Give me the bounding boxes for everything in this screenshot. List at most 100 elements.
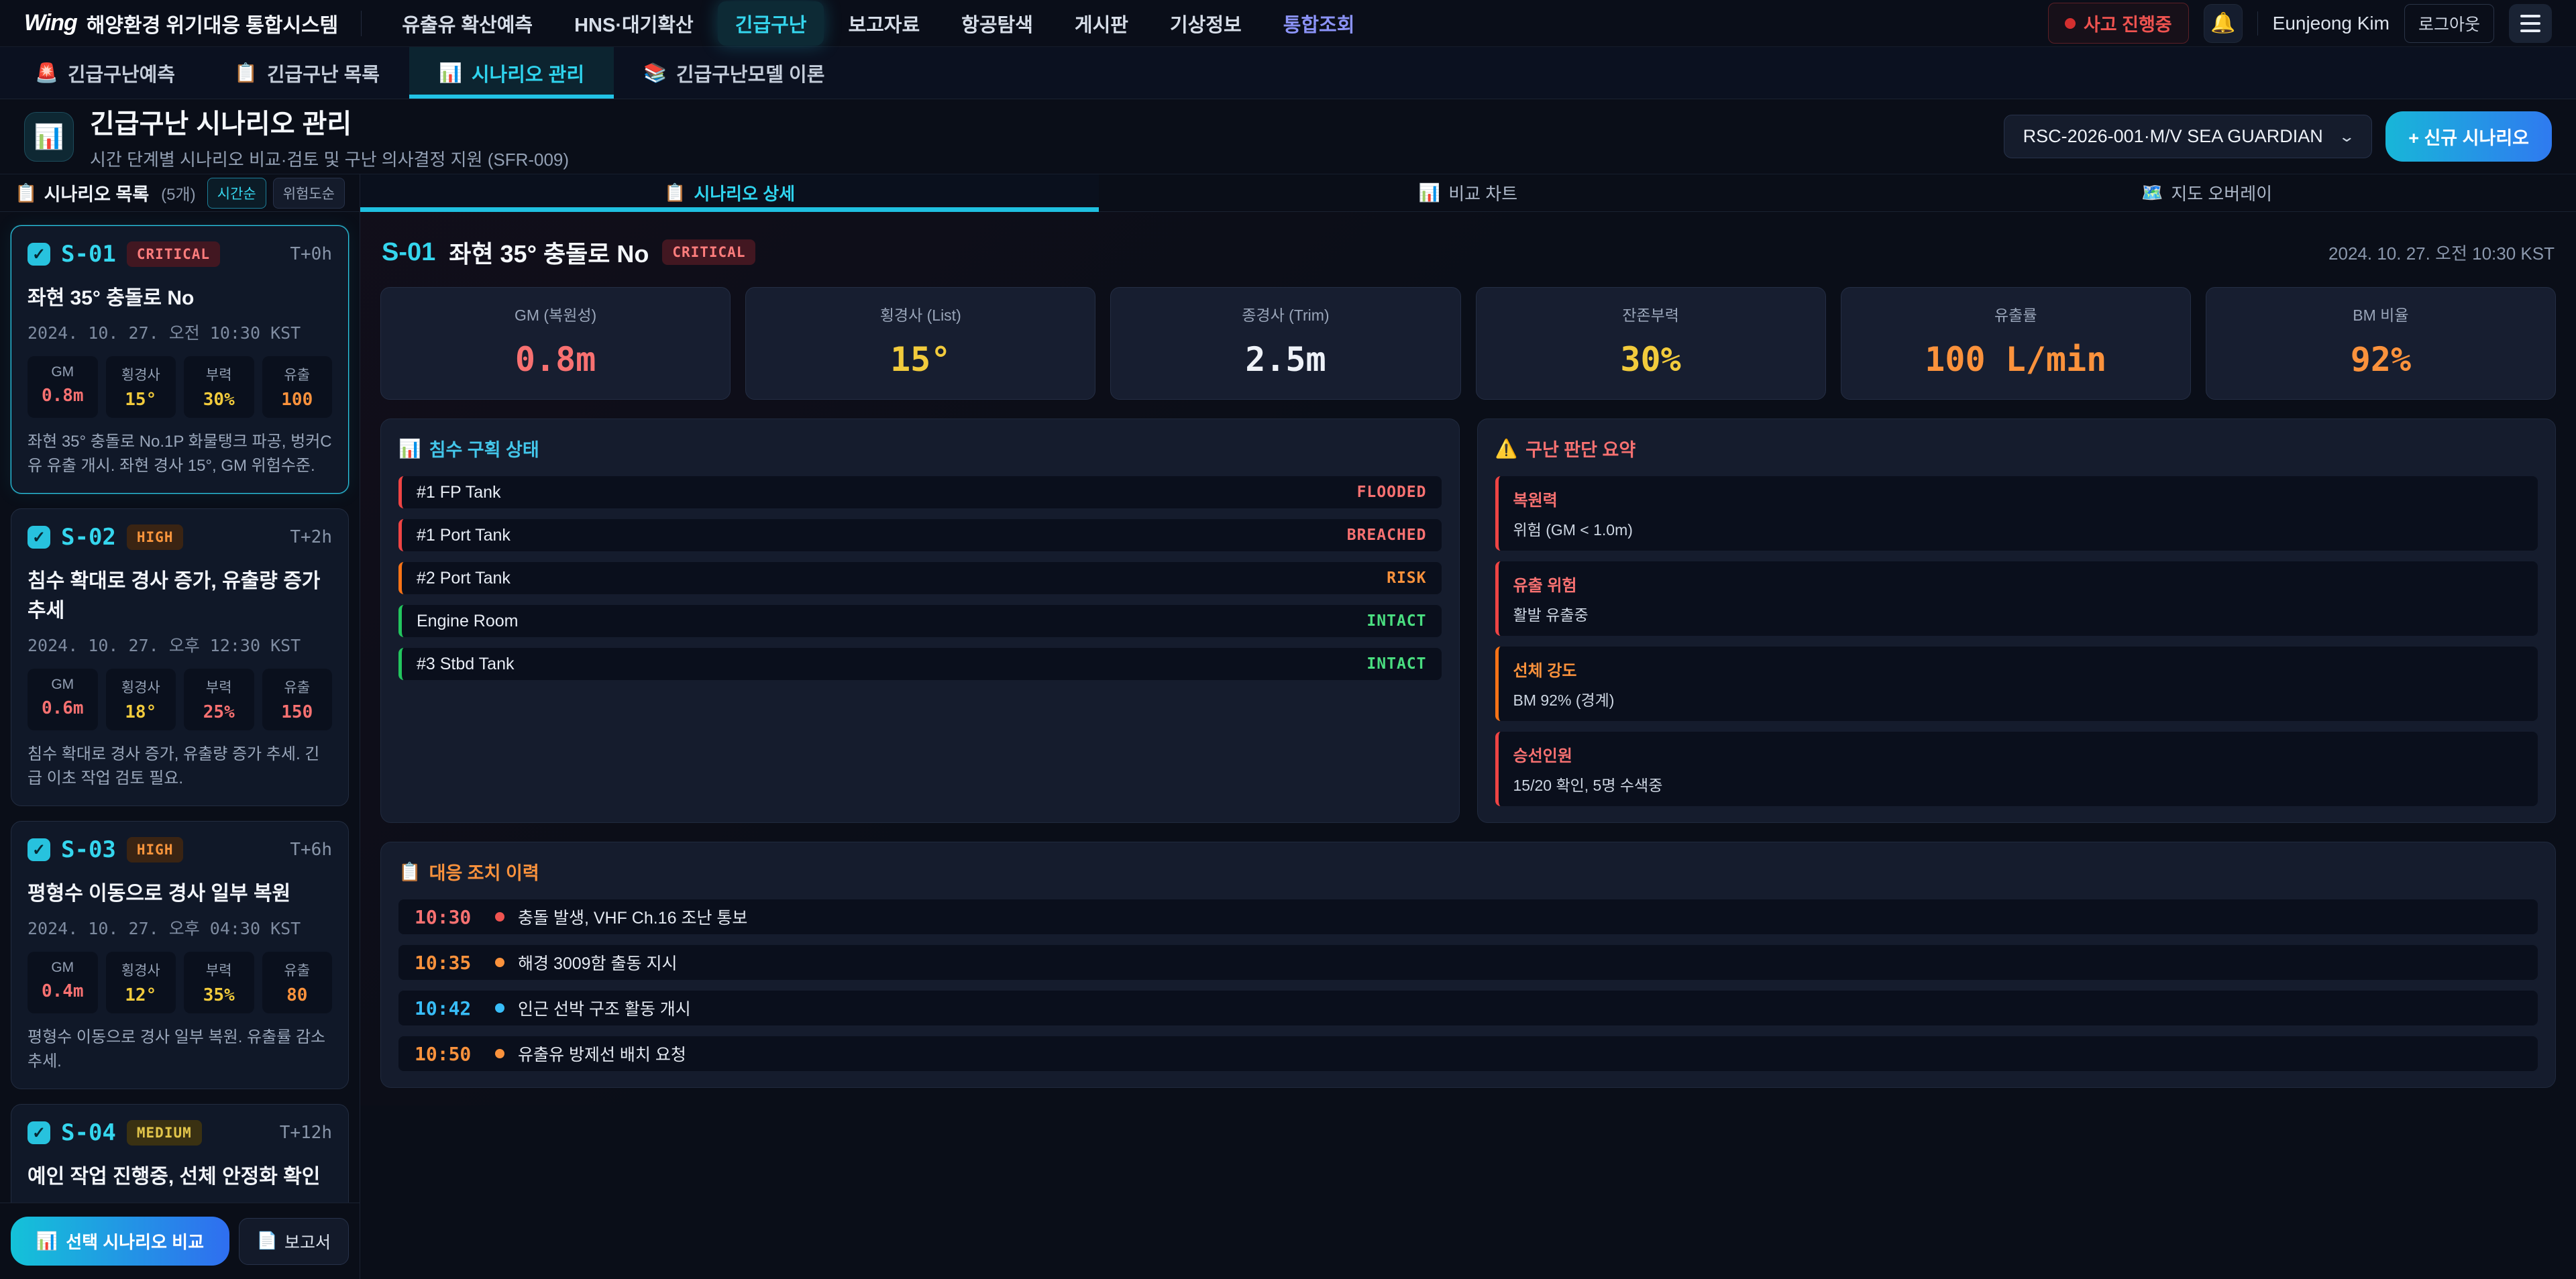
user-divider bbox=[2257, 11, 2258, 36]
module-tab[interactable]: 📊시나리오 관리 bbox=[409, 47, 614, 99]
tank-row: #2 Port Tank RISK bbox=[398, 562, 1442, 594]
assessment-row: 유출 위험 활발 유출중 bbox=[1495, 561, 2538, 636]
timeline-time: 10:35 bbox=[415, 952, 482, 974]
tab-icon: 📚 bbox=[643, 62, 667, 84]
tank-row: #1 Port Tank BREACHED bbox=[398, 519, 1442, 551]
timeline-dot-icon bbox=[495, 1049, 504, 1058]
logout-button[interactable]: 로그아웃 bbox=[2404, 4, 2494, 43]
tank-status: INTACT bbox=[1366, 612, 1426, 630]
document-icon: 📄 bbox=[257, 1231, 278, 1251]
incident-dot-icon bbox=[2065, 18, 2076, 29]
module-tab[interactable]: 📚긴급구난모델 이론 bbox=[614, 47, 854, 99]
scenario-card[interactable]: ✓ S-03 HIGH T+6h 평형수 이동으로 경사 일부 복원 2024.… bbox=[11, 821, 349, 1089]
nav-item[interactable]: 게시판 bbox=[1057, 1, 1146, 46]
nav-item[interactable]: 긴급구난 bbox=[718, 1, 824, 46]
detail-tab-bar: 📋시나리오 상세📊비교 차트🗺️지도 오버레이 bbox=[360, 174, 2576, 212]
assessment-row: 복원력 위험 (GM < 1.0m) bbox=[1495, 476, 2538, 551]
assessment-label: 승선인원 bbox=[1513, 742, 2524, 766]
nav-item[interactable]: 유출유 확산예측 bbox=[384, 1, 550, 46]
scenario-id: S-04 bbox=[61, 1119, 116, 1146]
clipboard-icon: 📋 bbox=[398, 861, 421, 883]
case-selector-dropdown[interactable]: RSC-2026-001·M/V SEA GUARDIAN ⌄ bbox=[2004, 115, 2373, 158]
metric-value: 12° bbox=[110, 985, 172, 1005]
metric-value: 0.8m bbox=[32, 386, 94, 406]
hamburger-icon bbox=[2520, 15, 2540, 17]
severity-badge: HIGH bbox=[127, 837, 184, 863]
assessment-row: 승선인원 15/20 확인, 5명 수색중 bbox=[1495, 732, 2538, 806]
menu-button[interactable] bbox=[2509, 4, 2552, 43]
detail-metric-card: 유출률 100 L/min bbox=[1841, 287, 2191, 400]
metric-label: GM bbox=[32, 960, 94, 976]
top-navigation: Wing 해양환경 위기대응 통합시스템 유출유 확산예측HNS·대기확산긴급구… bbox=[0, 0, 2576, 47]
notifications-button[interactable]: 🔔 bbox=[2204, 4, 2243, 43]
timeline-dot-icon bbox=[495, 912, 504, 922]
timeline-row: 10:30 충돌 발생, VHF Ch.16 조난 통보 bbox=[398, 899, 2538, 934]
assessment-label: 선체 강도 bbox=[1513, 657, 2524, 681]
metric-label: 잔존부력 bbox=[1483, 302, 1819, 325]
nav-item[interactable]: 항공탐색 bbox=[944, 1, 1051, 46]
scenario-card[interactable]: ✓ S-02 HIGH T+2h 침수 확대로 경사 증가, 유출량 증가 추세… bbox=[11, 508, 349, 806]
nav-item[interactable]: 기상정보 bbox=[1152, 1, 1259, 46]
tank-status-panel: 📊 침수 구획 상태 #1 FP Tank FLOODED #1 Port Ta… bbox=[380, 419, 1460, 823]
detail-metrics: GM (복원성) 0.8m 횡경사 (List) 15° 종경사 (Trim) … bbox=[380, 287, 2556, 400]
metric-value: 15° bbox=[753, 340, 1088, 379]
scenario-sidebar: 📋 시나리오 목록 (5개) 시간순위험도순 ✓ S-01 CRITICAL T… bbox=[0, 174, 360, 1279]
metric-value: 30% bbox=[188, 390, 250, 410]
metric-label: 횡경사 (List) bbox=[753, 302, 1088, 325]
severity-badge: HIGH bbox=[127, 524, 184, 550]
nav-item[interactable]: 통합조회 bbox=[1266, 1, 1373, 46]
scenario-metrics: GM 0.8m 횡경사 15° 부력 30% 유출 100 bbox=[28, 356, 332, 418]
detail-tab[interactable]: 🗺️지도 오버레이 bbox=[1837, 174, 2576, 211]
tank-status: FLOODED bbox=[1357, 484, 1427, 501]
nav-item[interactable]: 보고자료 bbox=[830, 1, 937, 46]
sort-button[interactable]: 시간순 bbox=[207, 178, 266, 209]
tank-rows: #1 FP Tank FLOODED #1 Port Tank BREACHED… bbox=[398, 476, 1442, 680]
nav-item[interactable]: HNS·대기확산 bbox=[557, 1, 711, 46]
detail-tab[interactable]: 📋시나리오 상세 bbox=[360, 174, 1099, 211]
tank-row: Engine Room INTACT bbox=[398, 605, 1442, 637]
metric-value: 35% bbox=[188, 985, 250, 1005]
metric-value: 30% bbox=[1483, 340, 1819, 379]
metric-label: 부력 bbox=[188, 677, 250, 697]
main-area: 📋시나리오 상세📊비교 차트🗺️지도 오버레이 S-01 좌현 35° 충돌로 … bbox=[360, 174, 2576, 1279]
metric-label: 횡경사 bbox=[110, 960, 172, 980]
scenario-metrics: GM 0.6m 횡경사 18° 부력 25% 유출 150 bbox=[28, 669, 332, 730]
scenario-checkbox[interactable]: ✓ bbox=[28, 243, 50, 266]
metric-box: GM 0.8m bbox=[28, 356, 98, 418]
metric-value: 100 L/min bbox=[1848, 340, 2184, 379]
scenario-detail: S-01 좌현 35° 충돌로 No CRITICAL 2024. 10. 27… bbox=[360, 212, 2576, 1105]
tab-icon: 📋 bbox=[234, 62, 258, 84]
metric-value: 18° bbox=[110, 702, 172, 722]
scenario-checkbox[interactable]: ✓ bbox=[28, 526, 50, 549]
page-header: 📊 긴급구난 시나리오 관리 시간 단계별 시나리오 비교·검토 및 구난 의사… bbox=[0, 99, 2576, 174]
tab-icon: 📊 bbox=[439, 62, 462, 84]
case-selector-value: RSC-2026-001·M/V SEA GUARDIAN bbox=[2023, 126, 2323, 147]
scenario-card[interactable]: ✓ S-04 MEDIUM T+12h 예인 작업 진행중, 선체 안정화 확인… bbox=[11, 1104, 349, 1203]
assessment-row: 선체 강도 BM 92% (경계) bbox=[1495, 647, 2538, 721]
scenario-checkbox[interactable]: ✓ bbox=[28, 1121, 50, 1144]
metric-box: 유출 100 bbox=[262, 356, 333, 418]
metric-box: 부력 35% bbox=[184, 952, 254, 1013]
metric-box: GM 0.6m bbox=[28, 669, 98, 730]
new-scenario-button[interactable]: + 신규 시나리오 bbox=[2385, 111, 2552, 162]
module-tab[interactable]: 🚨긴급구난예측 bbox=[5, 47, 205, 99]
metric-box: 횡경사 12° bbox=[106, 952, 176, 1013]
detail-scenario-id: S-01 bbox=[382, 238, 435, 267]
metric-label: 유출률 bbox=[1848, 302, 2184, 325]
report-button[interactable]: 📄 보고서 bbox=[239, 1218, 349, 1265]
metric-value: 0.6m bbox=[32, 698, 94, 718]
compare-scenarios-button[interactable]: 📊 선택 시나리오 비교 bbox=[11, 1217, 229, 1266]
assessment-value: 활발 유출중 bbox=[1513, 602, 2524, 625]
tab-icon: 🚨 bbox=[35, 62, 58, 84]
detail-datetime: 2024. 10. 27. 오전 10:30 KST bbox=[2328, 240, 2555, 265]
page-subtitle: 시간 단계별 시나리오 비교·검토 및 구난 의사결정 지원 (SFR-009) bbox=[90, 146, 569, 171]
module-tab[interactable]: 📋긴급구난 목록 bbox=[205, 47, 409, 99]
scenario-card[interactable]: ✓ S-01 CRITICAL T+0h 좌현 35° 충돌로 No 2024.… bbox=[11, 225, 349, 494]
brand: Wing 해양환경 위기대응 통합시스템 bbox=[24, 9, 338, 38]
scenario-checkbox[interactable]: ✓ bbox=[28, 838, 50, 861]
sort-button[interactable]: 위험도순 bbox=[273, 178, 345, 209]
metric-label: GM (복원성) bbox=[388, 302, 723, 325]
detail-tab[interactable]: 📊비교 차트 bbox=[1099, 174, 1837, 211]
metric-value: 2.5m bbox=[1118, 340, 1453, 379]
scenario-description: 평형수 이동으로 경사 일부 복원. 유출률 감소 추세. bbox=[28, 1025, 332, 1074]
